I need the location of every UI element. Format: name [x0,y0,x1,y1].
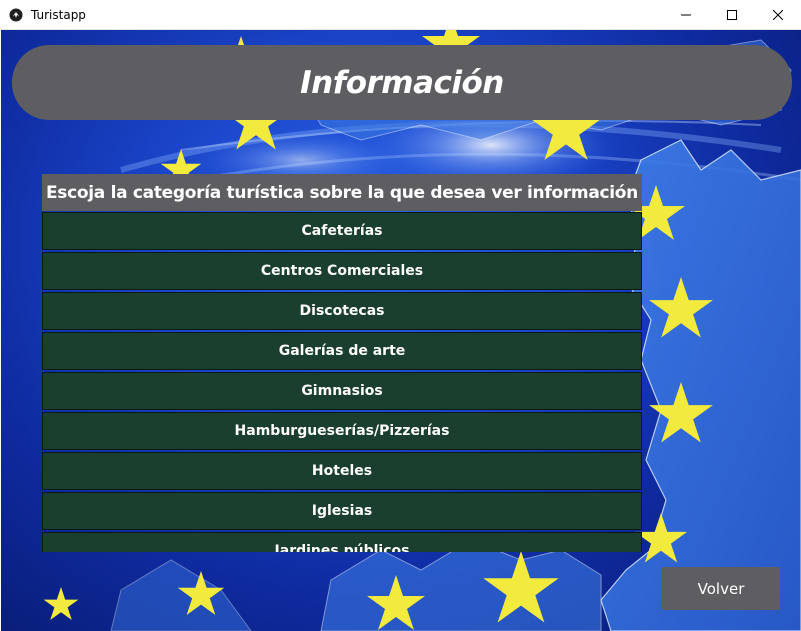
title-bar[interactable]: Turistapp [0,0,801,30]
category-button-hamburgueserias-pizzerias[interactable]: Hamburgueserías/Pizzerías [42,412,642,450]
category-button-cafeterias[interactable]: Cafeterías [42,212,642,250]
window-controls [663,0,801,30]
close-button[interactable] [755,0,801,30]
maximize-icon [727,10,737,20]
category-button-jardines-publicos[interactable]: Jardines públicos [42,532,642,552]
category-list[interactable]: Cafeterías Centros Comerciales Discoteca… [42,212,642,552]
category-button-galerias-de-arte[interactable]: Galerías de arte [42,332,642,370]
close-icon [773,10,783,20]
header-banner: Información [12,45,792,120]
category-panel-heading: Escoja la categoría turística sobre la q… [42,174,642,211]
category-button-iglesias[interactable]: Iglesias [42,492,642,530]
eu-flag-background: Información Escoja la categoría turístic… [1,30,801,631]
kivy-app-icon [9,8,23,22]
category-button-centros-comerciales[interactable]: Centros Comerciales [42,252,642,290]
back-button[interactable]: Volver [662,567,780,610]
page-title: Información [300,64,504,101]
minimize-button[interactable] [663,0,709,30]
category-button-hoteles[interactable]: Hoteles [42,452,642,490]
app-window: Turistapp Información Escoja la categorí… [0,0,801,631]
window-title: Turistapp [31,7,86,22]
category-button-discotecas[interactable]: Discotecas [42,292,642,330]
category-panel[interactable]: Escoja la categoría turística sobre la q… [42,174,642,552]
minimize-icon [681,14,691,16]
category-button-gimnasios[interactable]: Gimnasios [42,372,642,410]
maximize-button[interactable] [709,0,755,30]
